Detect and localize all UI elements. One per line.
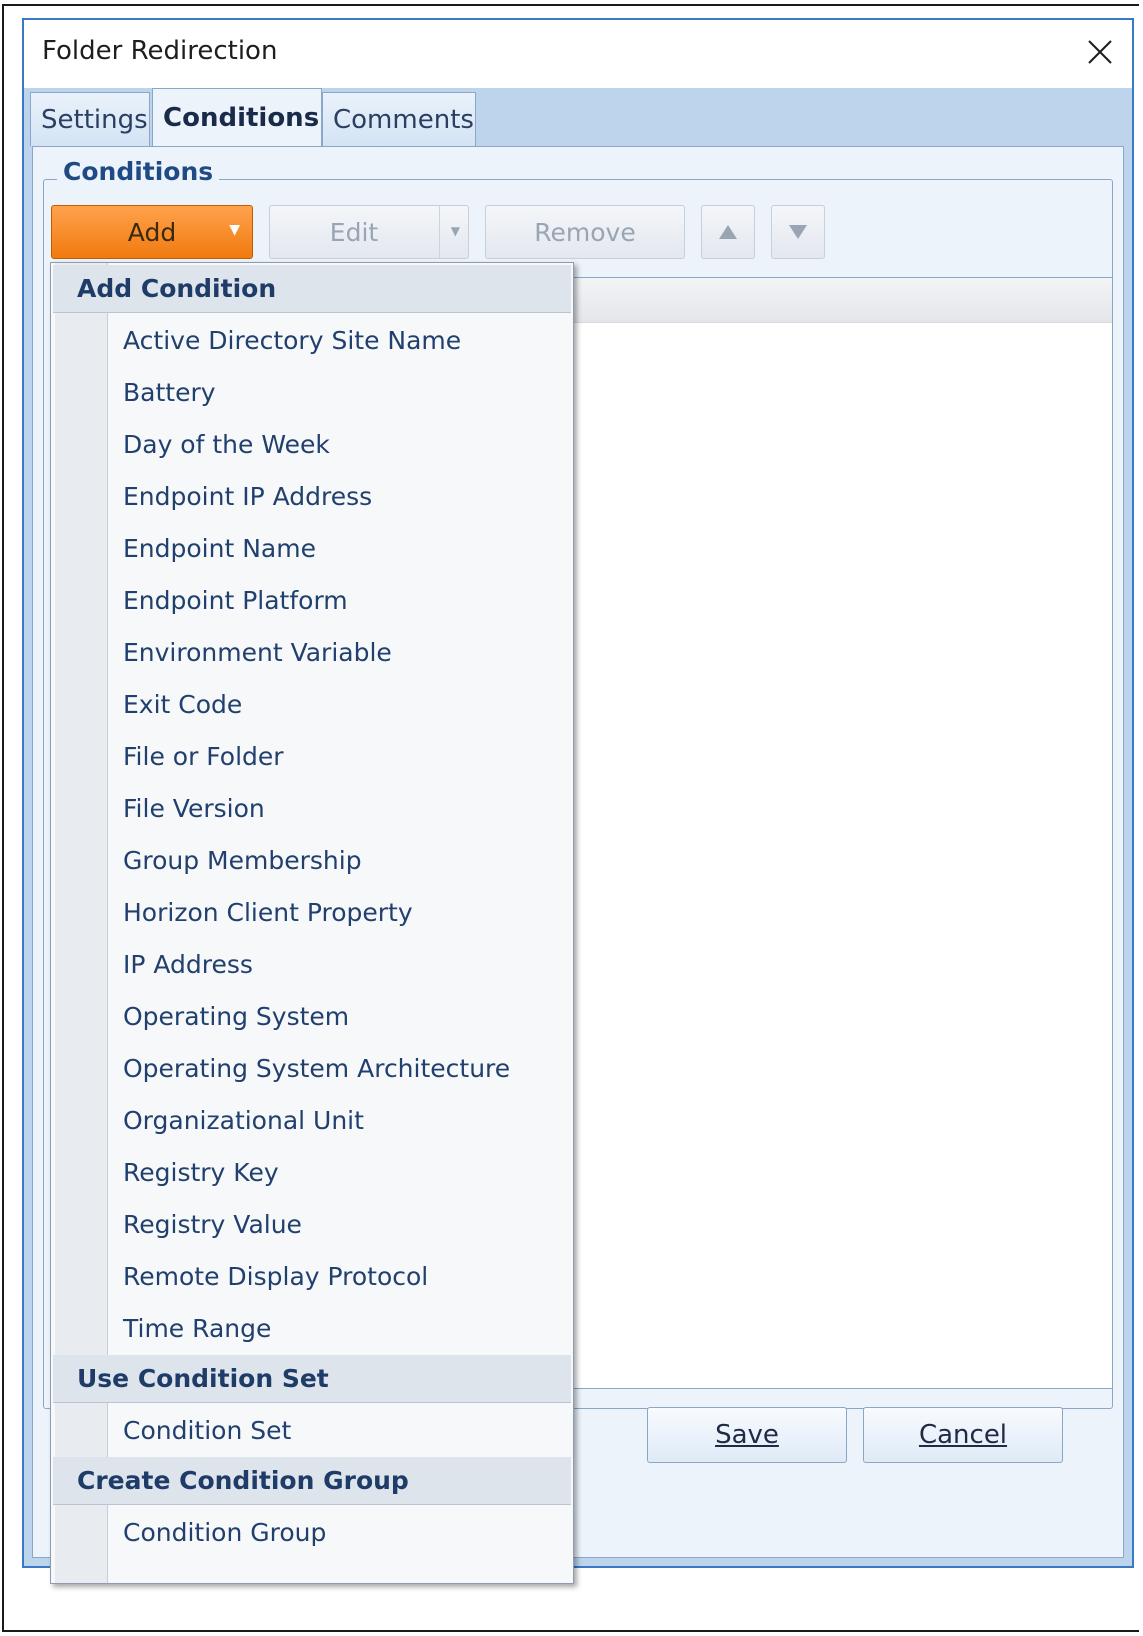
menu-item[interactable]: Operating System Architecture [123,1043,565,1093]
tab-conditions-label: Conditions [163,102,320,133]
menu-item[interactable]: Endpoint IP Address [123,471,565,521]
edit-split-divider [439,206,440,258]
arrow-up-icon [719,225,737,239]
add-condition-dropdown-menu: Add Condition Active Directory Site Name B… [50,262,574,1584]
menu-item[interactable]: Organizational Unit [123,1095,565,1145]
add-button-label: Add [127,217,177,247]
tab-comments-label: Comments [333,104,474,135]
menu-item[interactable]: IP Address [123,939,565,989]
conditions-group-label: Conditions [57,157,220,186]
move-up-button[interactable] [701,205,755,259]
menu-item[interactable]: File or Folder [123,731,565,781]
cancel-button-label: Cancel [918,1420,1008,1450]
remove-button-label: Remove [534,217,636,247]
move-down-button[interactable] [771,205,825,259]
menu-item[interactable]: Endpoint Name [123,523,565,573]
menu-item[interactable]: Condition Group [123,1507,565,1557]
chevron-down-icon: ▼ [450,224,460,238]
menu-item[interactable]: Day of the Week [123,419,565,469]
menu-item[interactable]: Active Directory Site Name [123,315,565,365]
menu-section-header: Create Condition Group [53,1457,571,1505]
menu-item[interactable]: Remote Display Protocol [123,1251,565,1301]
tab-settings[interactable]: Settings [30,92,150,146]
menu-item[interactable]: Exit Code [123,679,565,729]
cancel-button[interactable]: Cancel [863,1407,1063,1463]
tab-comments[interactable]: Comments [322,92,476,146]
menu-section-header: Add Condition [53,265,571,313]
menu-item[interactable]: File Version [123,783,565,833]
menu-item[interactable]: Condition Set [123,1405,565,1455]
menu-item[interactable]: Operating System [123,991,565,1041]
tab-settings-label: Settings [41,104,148,135]
title-bar: Folder Redirection [24,20,1132,88]
chevron-down-icon: ▼ [229,222,240,238]
menu-item[interactable]: Group Membership [123,835,565,885]
menu-item[interactable]: Horizon Client Property [123,887,565,937]
menu-item[interactable]: Battery [123,367,565,417]
menu-item[interactable]: Registry Value [123,1199,565,1249]
menu-item[interactable]: Environment Variable [123,627,565,677]
menu-item[interactable]: Registry Key [123,1147,565,1197]
save-button-label: Save [715,1420,779,1450]
close-button[interactable] [1082,34,1118,70]
edit-button-label: Edit [329,217,379,247]
tab-conditions[interactable]: Conditions [152,88,322,146]
window-title: Folder Redirection [42,36,278,66]
add-button[interactable]: Add ▼ [51,205,253,259]
arrow-down-icon [789,225,807,239]
menu-item[interactable]: Endpoint Platform [123,575,565,625]
edit-button[interactable]: Edit ▼ [269,205,469,259]
menu-item[interactable]: Time Range [123,1303,565,1353]
remove-button[interactable]: Remove [485,205,685,259]
save-button[interactable]: Save [647,1407,847,1463]
menu-section-header: Use Condition Set [53,1355,571,1403]
close-icon [1088,40,1112,64]
